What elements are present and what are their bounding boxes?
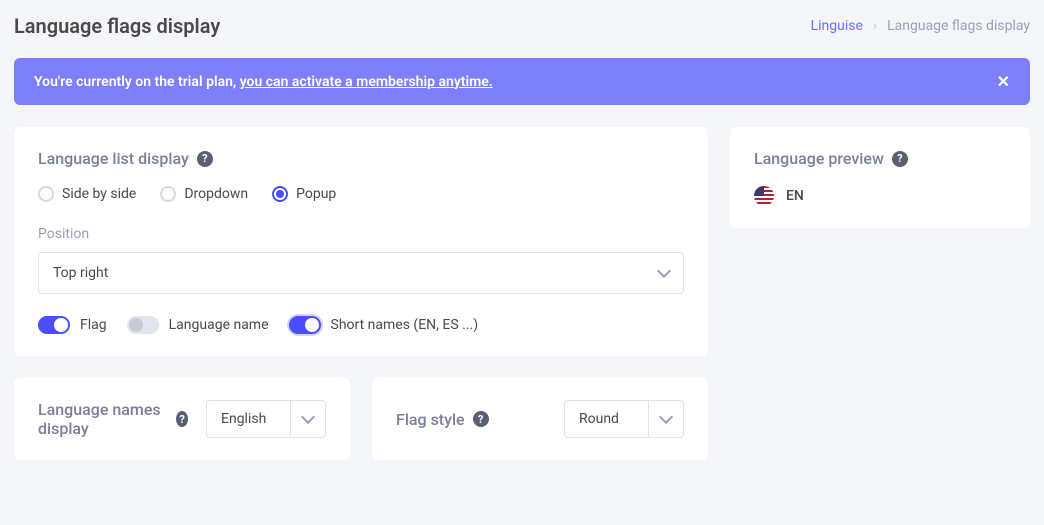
toggle-flag[interactable] xyxy=(38,316,70,334)
breadcrumb-current: Language flags display xyxy=(887,18,1030,34)
language-preview-card: Language preview ? EN xyxy=(730,127,1030,228)
banner-text: You're currently on the trial plan, xyxy=(34,74,240,90)
card-heading: Flag style xyxy=(396,410,465,429)
select-value: English xyxy=(207,401,290,437)
card-heading: Language preview xyxy=(754,149,884,168)
preview-language-code: EN xyxy=(786,188,804,204)
toggle-short-names-label: Short names (EN, ES ...) xyxy=(331,317,479,333)
select-value: Top right xyxy=(53,265,108,281)
radio-label: Dropdown xyxy=(184,186,248,202)
close-icon[interactable]: ✕ xyxy=(997,72,1010,91)
activate-membership-link[interactable]: you can activate a membership anytime. xyxy=(240,74,493,90)
language-names-display-card: Language names display ? English xyxy=(14,378,350,460)
radio-icon xyxy=(160,186,176,202)
preview-language-item[interactable]: EN xyxy=(754,186,1006,206)
chevron-down-icon xyxy=(301,410,315,424)
breadcrumb: Linguise › Language flags display xyxy=(811,18,1030,34)
help-icon[interactable]: ? xyxy=(473,411,489,427)
help-icon[interactable]: ? xyxy=(892,151,908,167)
toggle-flag-label: Flag xyxy=(80,317,107,333)
radio-popup[interactable]: Popup xyxy=(272,186,336,202)
radio-label: Popup xyxy=(296,186,336,202)
chevron-down-icon xyxy=(659,410,673,424)
page-title: Language flags display xyxy=(14,14,220,38)
position-label: Position xyxy=(38,226,684,242)
radio-label: Side by side xyxy=(62,186,136,202)
card-heading: Language list display xyxy=(38,149,189,168)
flag-style-select[interactable]: Round xyxy=(564,400,684,438)
radio-side-by-side[interactable]: Side by side xyxy=(38,186,136,202)
help-icon[interactable]: ? xyxy=(197,151,213,167)
toggle-language-name[interactable] xyxy=(127,316,159,334)
toggle-short-names[interactable] xyxy=(289,316,321,334)
card-heading: Language names display xyxy=(38,400,168,438)
breadcrumb-root[interactable]: Linguise xyxy=(811,18,863,34)
language-names-select[interactable]: English xyxy=(206,400,326,438)
flag-style-card: Flag style ? Round xyxy=(372,378,708,460)
radio-icon xyxy=(38,186,54,202)
trial-banner: You're currently on the trial plan, you … xyxy=(14,58,1030,105)
select-value: Round xyxy=(565,401,648,437)
radio-icon xyxy=(272,186,288,202)
chevron-down-icon xyxy=(657,264,671,278)
help-icon[interactable]: ? xyxy=(176,411,188,427)
chevron-right-icon: › xyxy=(873,18,877,34)
position-select[interactable]: Top right xyxy=(38,252,684,294)
language-list-display-card: Language list display ? Side by side Dro… xyxy=(14,127,708,356)
toggle-language-name-label: Language name xyxy=(169,317,269,333)
radio-dropdown[interactable]: Dropdown xyxy=(160,186,248,202)
flag-us-icon xyxy=(754,186,774,206)
